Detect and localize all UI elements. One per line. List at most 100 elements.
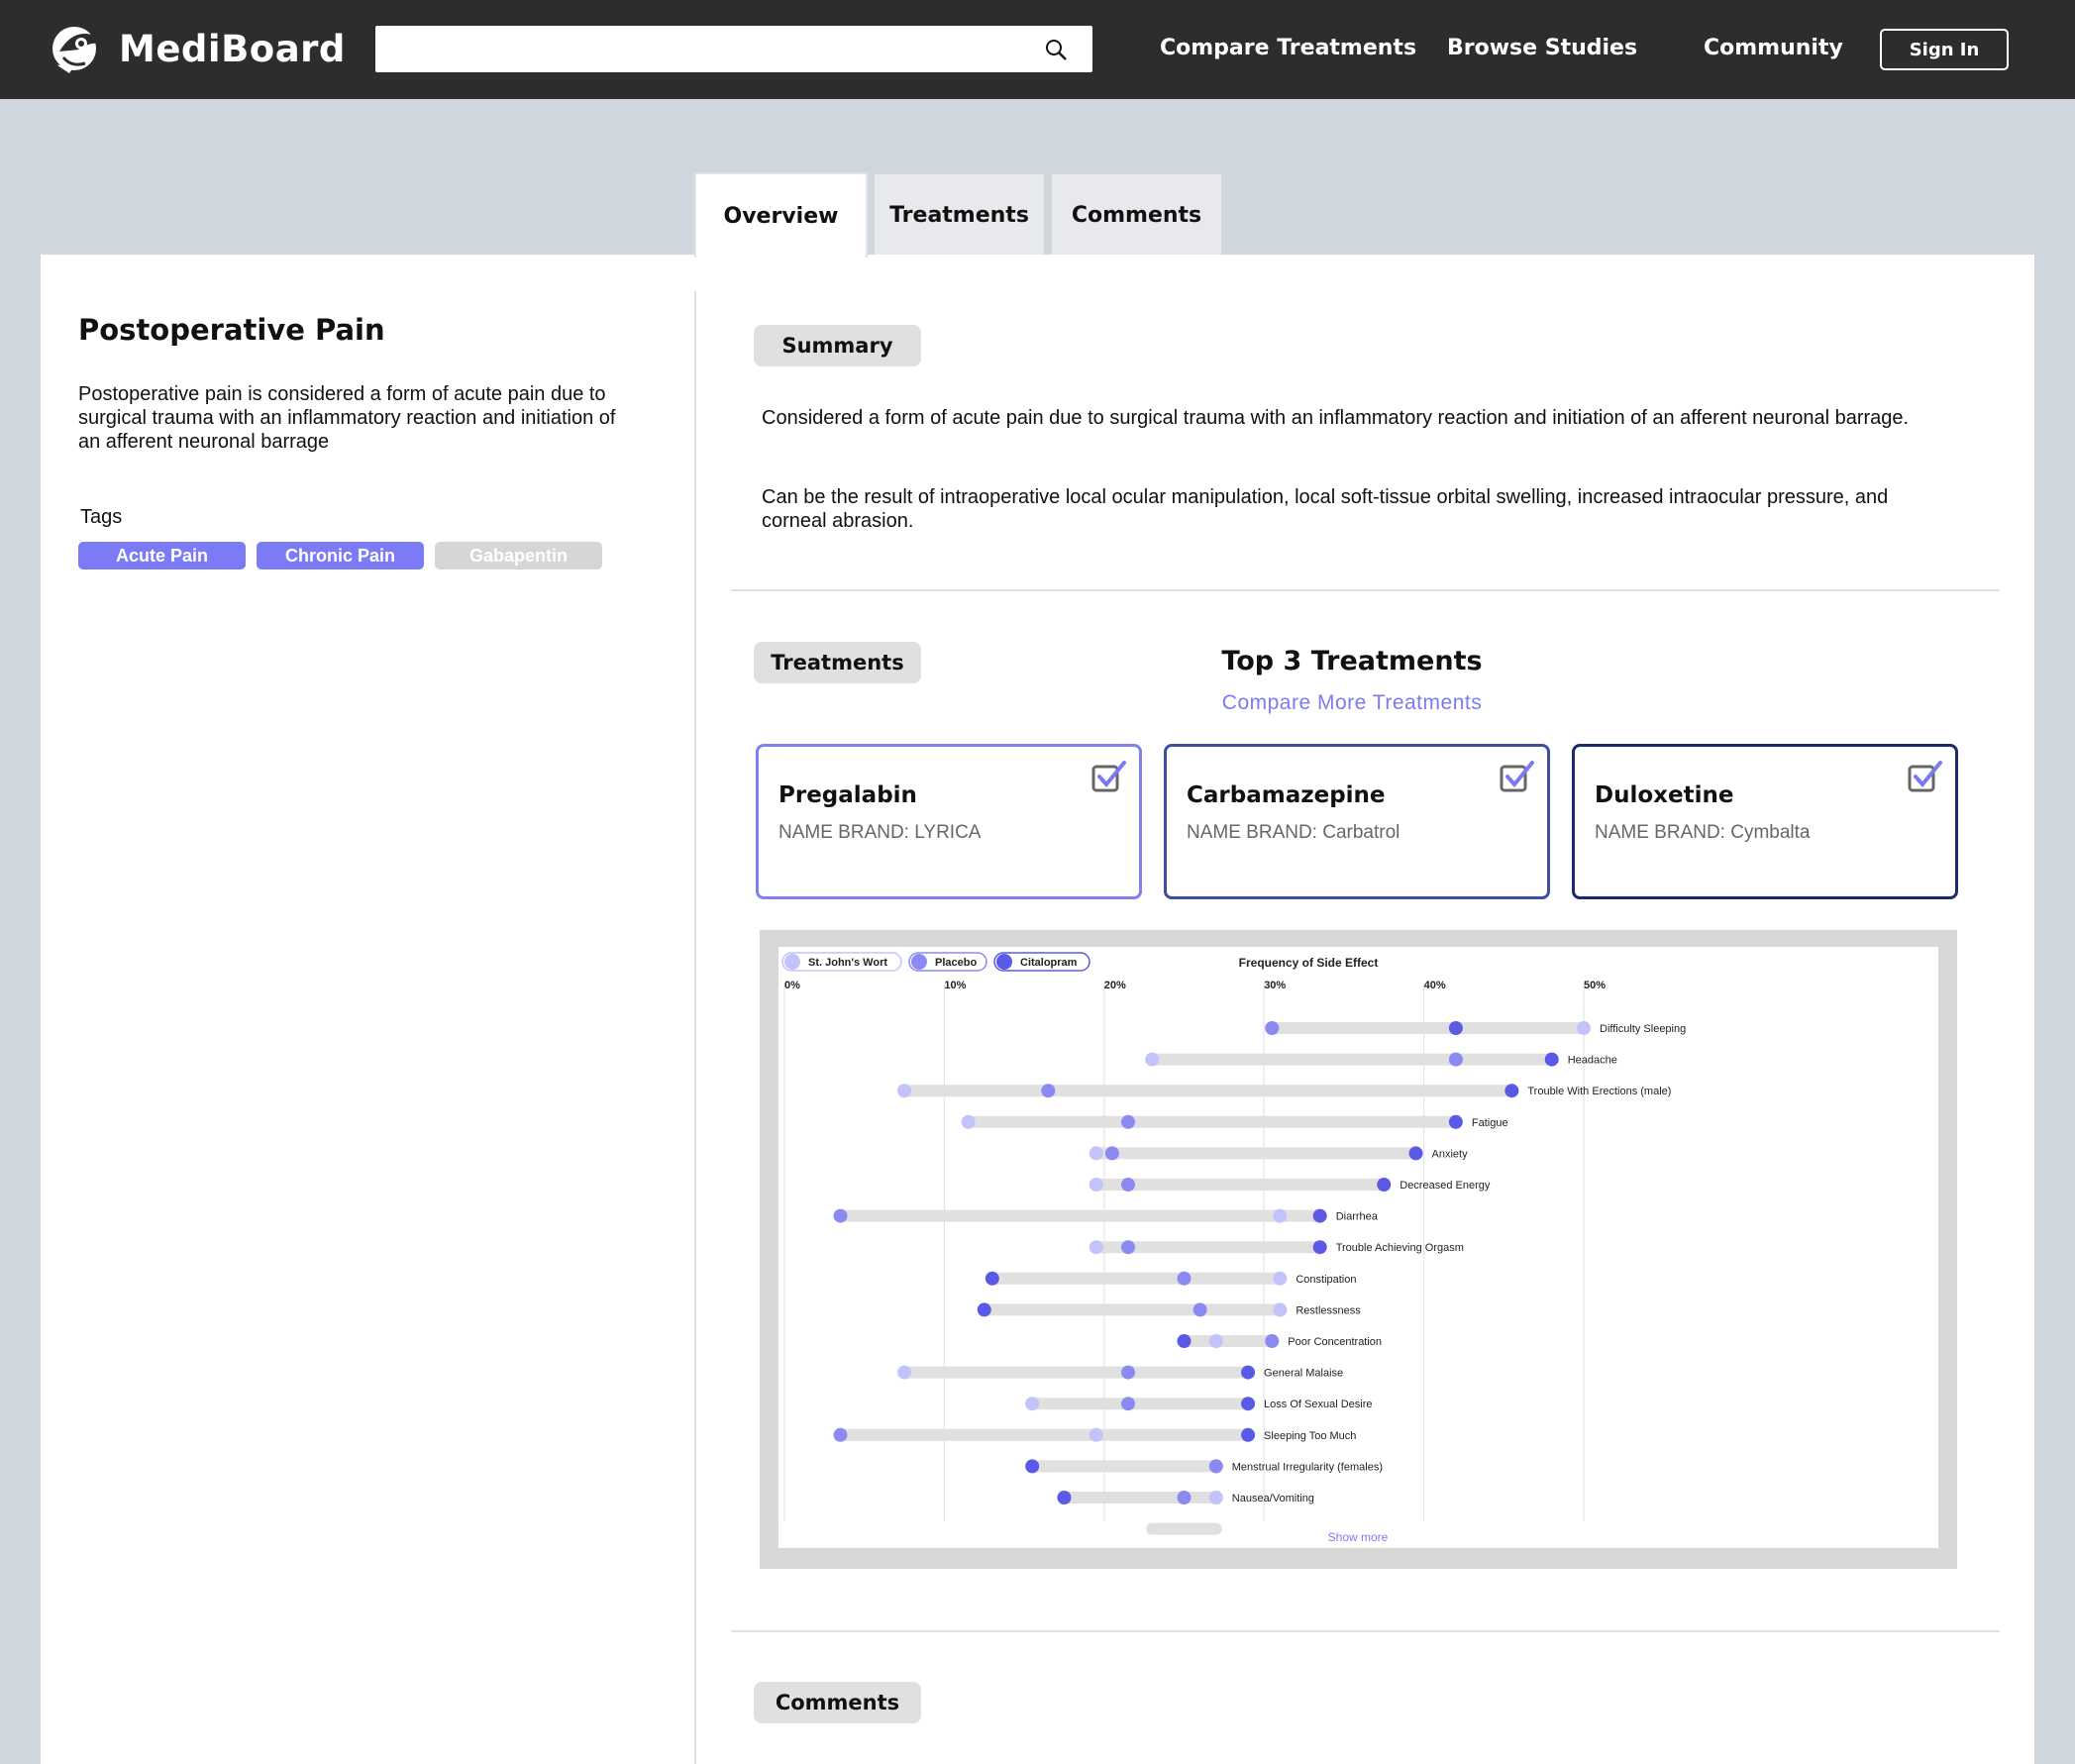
data-point	[1121, 1365, 1136, 1380]
side-effect-chart-svg: 0% 10% 20% 30% 40% 50% Frequency of Side Effec…	[781, 952, 1686, 1544]
side-effect-label: Constipation	[1296, 1274, 1356, 1286]
section-divider	[731, 589, 2000, 591]
logo-icon	[52, 27, 103, 73]
side-effect-label: General Malaise	[1264, 1368, 1343, 1380]
data-point	[1121, 1178, 1136, 1192]
data-point	[897, 1084, 912, 1098]
summary-paragraph-2: Can be the result of intraoperative loca…	[762, 486, 1889, 532]
side-effect-label: Headache	[1568, 1055, 1617, 1067]
data-point	[1448, 1114, 1463, 1129]
side-effect-label: Loss Of Sexual Desire	[1264, 1399, 1372, 1410]
data-point	[1121, 1397, 1136, 1411]
side-effect-label: Sleeping Too Much	[1264, 1430, 1356, 1442]
compare-more-treatments-link[interactable]: Compare More Treatments	[1139, 691, 1565, 715]
data-point	[1241, 1365, 1256, 1380]
treatment-card-duloxetine[interactable]: Duloxetine NAME BRAND: Cymbalta	[1572, 744, 1958, 899]
treatment-brand: NAME BRAND: LYRICA	[778, 822, 982, 843]
brand-logo[interactable]: MediBoard	[50, 22, 346, 75]
data-point	[1448, 1052, 1463, 1067]
data-point	[833, 1208, 848, 1223]
checked-checkbox-icon[interactable]	[1500, 761, 1535, 792]
side-effect-label: Restlessness	[1296, 1304, 1361, 1316]
data-point	[1265, 1334, 1280, 1348]
data-point	[1312, 1240, 1327, 1255]
data-point	[1273, 1208, 1288, 1223]
legend-marker	[911, 954, 927, 970]
tab-comments[interactable]: Comments	[1050, 172, 1223, 256]
data-point	[1377, 1178, 1392, 1192]
data-point	[1408, 1146, 1423, 1161]
data-point	[1041, 1084, 1056, 1098]
treatment-card-pregalabin[interactable]: Pregalabin NAME BRAND: LYRICA	[756, 744, 1142, 899]
x-tick-label: 20%	[1104, 980, 1126, 991]
side-effect-chart: 0% 10% 20% 30% 40% 50% Frequency of Side Effec…	[778, 947, 1938, 1548]
tag-acute-pain[interactable]: Acute Pain	[78, 542, 246, 570]
data-point	[1241, 1397, 1256, 1411]
checked-checkbox-icon[interactable]	[1908, 761, 1943, 792]
data-point	[1504, 1084, 1519, 1098]
data-point	[1208, 1491, 1223, 1505]
tab-treatments[interactable]: Treatments	[873, 172, 1046, 256]
treatment-brand: NAME BRAND: Cymbalta	[1595, 822, 1811, 843]
data-point	[897, 1365, 912, 1380]
nav-compare-treatments[interactable]: Compare Treatments	[1160, 36, 1416, 60]
search-input[interactable]	[375, 26, 1092, 72]
legend-label: Citalopram	[1020, 957, 1078, 969]
data-point	[1208, 1459, 1223, 1474]
checked-checkbox-icon[interactable]	[1091, 761, 1127, 792]
side-effect-label: Nausea/Vomiting	[1232, 1493, 1314, 1505]
condition-title: Postoperative Pain	[78, 313, 385, 347]
tab-overview[interactable]: Overview	[694, 172, 868, 258]
search-icon[interactable]	[1043, 37, 1069, 62]
tag-gabapentin[interactable]: Gabapentin	[435, 542, 602, 570]
data-point	[1089, 1240, 1103, 1255]
side-effect-label: Fatigue	[1472, 1117, 1508, 1129]
x-tick-label: 30%	[1264, 980, 1286, 991]
data-point	[1312, 1208, 1327, 1223]
data-point	[1104, 1146, 1119, 1161]
x-tick-label: 50%	[1584, 980, 1606, 991]
data-point	[1273, 1271, 1288, 1286]
data-point	[1089, 1427, 1103, 1442]
legend-marker	[996, 954, 1012, 970]
data-point	[1025, 1459, 1040, 1474]
section-divider	[731, 1630, 2000, 1632]
treatment-name: Duloxetine	[1595, 782, 1734, 808]
x-tick-label: 40%	[1424, 980, 1446, 991]
side-effect-label: Anxiety	[1432, 1148, 1469, 1160]
data-point	[1057, 1491, 1072, 1505]
side-effect-label: Decreased Energy	[1400, 1180, 1491, 1192]
side-effect-label: Poor Concentration	[1288, 1336, 1382, 1348]
x-tick-label: 0%	[784, 980, 800, 991]
column-divider	[694, 291, 696, 1764]
legend-label: St. John's Wort	[808, 957, 887, 969]
condition-description: Postoperative pain is considered a form …	[78, 383, 616, 453]
data-point	[977, 1302, 991, 1317]
data-point	[961, 1114, 976, 1129]
data-point	[1577, 1021, 1591, 1035]
tag-chronic-pain[interactable]: Chronic Pain	[257, 542, 424, 570]
treatment-name: Pregalabin	[778, 782, 917, 808]
tags-label: Tags	[80, 506, 123, 528]
treatment-card-carbamazepine[interactable]: Carbamazepine NAME BRAND: Carbatrol	[1164, 744, 1550, 899]
side-effect-chart-frame: 0% 10% 20% 30% 40% 50% Frequency of Side Effec…	[760, 930, 1957, 1569]
side-effect-label: Difficulty Sleeping	[1600, 1023, 1686, 1035]
data-point	[833, 1427, 848, 1442]
comments-section-label: Comments	[754, 1682, 921, 1723]
nav-browse-studies[interactable]: Browse Studies	[1447, 36, 1637, 60]
brand-name: MediBoard	[119, 27, 346, 70]
data-point	[1448, 1021, 1463, 1035]
data-point	[1089, 1146, 1103, 1161]
nav-community[interactable]: Community	[1704, 36, 1843, 60]
data-point	[1273, 1302, 1288, 1317]
data-point	[1089, 1178, 1103, 1192]
data-point	[1208, 1334, 1223, 1348]
data-point	[1121, 1240, 1136, 1255]
top-navigation-bar: MediBoard Compare Treatments Browse Stud…	[0, 0, 2075, 99]
show-more-link[interactable]: Show more	[1328, 1530, 1389, 1544]
data-point	[1025, 1397, 1040, 1411]
legend-label: Placebo	[935, 957, 977, 969]
x-tick-label: 10%	[944, 980, 966, 991]
sign-in-button[interactable]: Sign In	[1880, 29, 2009, 70]
treatment-name: Carbamazepine	[1187, 782, 1386, 808]
